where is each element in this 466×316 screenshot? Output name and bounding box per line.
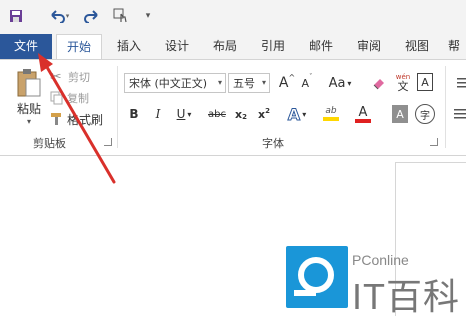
magnifier-logo-icon bbox=[294, 257, 334, 296]
watermark-name: IT百科 bbox=[352, 276, 460, 316]
pconline-logo bbox=[286, 246, 348, 308]
watermark-brand: PConline bbox=[352, 252, 409, 268]
